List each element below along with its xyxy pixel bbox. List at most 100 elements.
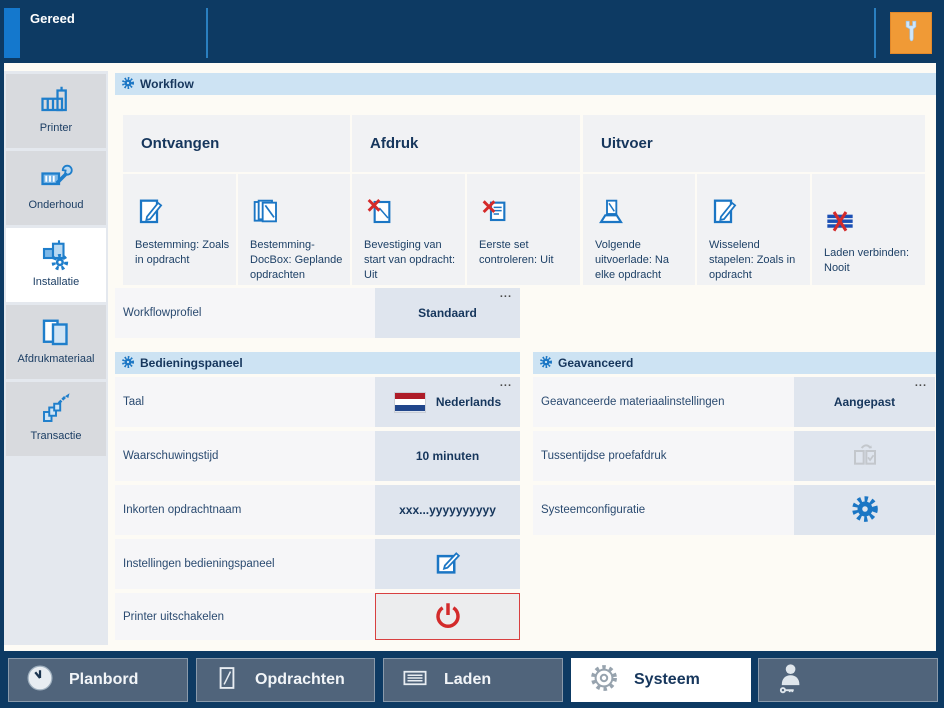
waarschuwingstijd-value: 10 minuten <box>415 449 480 463</box>
workflow-section-title: Workflow <box>140 77 194 91</box>
materiaalinstellingen-value-button[interactable]: ... Aangepast <box>794 377 935 427</box>
tab-login-user[interactable] <box>758 658 938 702</box>
sidebar-item-label: Onderhoud <box>28 199 84 211</box>
workflow-item-eerste-set[interactable]: Eerste set controleren: Uit <box>467 174 580 285</box>
inkorten-opdrachtnaam-value-button[interactable]: xxx...yyyyyyyyyy <box>375 485 520 535</box>
tab-label: Opdrachten <box>255 671 345 688</box>
sidebar-item-transactie[interactable]: Transactie <box>6 382 106 456</box>
workflowprofiel-value-button[interactable]: ... Standaard <box>375 288 520 338</box>
printer-icon <box>6 82 106 120</box>
proefafdruk-button-disabled[interactable] <box>794 431 935 481</box>
row-label-text: Printer uitschakelen <box>123 610 224 623</box>
sidebar-item-label: Installatie <box>32 276 80 288</box>
row-label-text: Geavanceerde materiaalinstellingen <box>541 396 725 408</box>
printer-uitschakelen-label: Printer uitschakelen <box>115 593 375 640</box>
service-wrench-button[interactable] <box>890 12 932 54</box>
right-frame-edge <box>936 0 944 708</box>
workflow-item-bestemming[interactable]: Bestemming: Zoals in opdracht <box>123 174 236 285</box>
workflowprofiel-label: Workflowprofiel <box>115 288 375 338</box>
output-tray-icon <box>595 196 627 233</box>
print-media-icon <box>6 313 106 351</box>
group-header-ontvangen: Ontvangen <box>123 115 350 172</box>
tab-opdrachten[interactable]: Opdrachten <box>196 658 375 702</box>
printer-uitschakelen-button[interactable] <box>375 593 520 640</box>
workflowprofiel-value: Standaard <box>418 306 477 320</box>
user-key-icon <box>775 661 809 700</box>
control-panel-section-title: Bedieningspaneel <box>140 356 243 370</box>
materiaalinstellingen-value: Aangepast <box>833 395 896 409</box>
doc-cancel-icon <box>479 196 511 233</box>
row-label-text: Taal <box>123 396 145 408</box>
tab-label: Systeem <box>634 671 700 688</box>
installation-icon <box>6 236 106 274</box>
sidebar: Printer Onderhoud Installatie Afdrukmate… <box>4 71 108 645</box>
workflow-item-label: Eerste set controleren: Uit <box>479 239 554 266</box>
workflow-item-wisselend-stapelen[interactable]: Wisselend stapelen: Zoals in opdracht <box>697 174 810 285</box>
tray-icon <box>400 663 430 698</box>
sidebar-item-label: Afdrukmateriaal <box>17 353 95 365</box>
tab-systeem[interactable]: Systeem <box>571 658 751 702</box>
more-options-marker: ... <box>499 377 512 389</box>
status-bar-divider <box>206 8 208 58</box>
row-label-text: Instellingen bedieningspaneel <box>123 558 275 570</box>
tab-laden[interactable]: Laden <box>383 658 563 702</box>
group-header-label: Ontvangen <box>141 135 220 152</box>
workflow-item-uitvoerlade[interactable]: Volgende uitvoerlade: Na elke opdracht <box>583 174 695 285</box>
control-panel-section-header: Bedieningspaneel <box>115 352 520 374</box>
instellingen-bedieningspaneel-button[interactable] <box>375 539 520 589</box>
proof-print-icon <box>849 439 881 474</box>
control-panel-section-icon <box>121 355 135 372</box>
systeemconfiguratie-label: Systeemconfiguratie <box>533 485 794 535</box>
status-bar-divider-right <box>874 8 876 58</box>
workflow-section-header: Workflow <box>115 73 936 95</box>
taal-label: Taal <box>115 377 375 427</box>
instellingen-bedieningspaneel-label: Instellingen bedieningspaneel <box>115 539 375 589</box>
systeemconfiguratie-button[interactable] <box>794 485 935 535</box>
workflow-item-docbox[interactable]: Bestemming-DocBox: Geplande opdrachten <box>238 174 350 285</box>
more-options-marker: ... <box>914 377 927 389</box>
advanced-section-icon <box>539 355 553 372</box>
workflow-item-label: Bestemming-DocBox: Geplande opdrachten <box>250 239 343 281</box>
taal-value-button[interactable]: ... Nederlands <box>375 377 520 427</box>
doc-edit-icon <box>709 196 741 233</box>
row-label-text: Systeemconfiguratie <box>541 504 646 516</box>
transaction-icon <box>6 390 106 428</box>
clock-icon <box>25 663 55 698</box>
workflow-item-label: Bestemming: Zoals in opdracht <box>135 239 230 266</box>
power-icon <box>432 599 464 634</box>
group-header-uitvoer: Uitvoer <box>583 115 925 172</box>
tab-planbord[interactable]: Planbord <box>8 658 188 702</box>
more-options-marker: ... <box>499 288 512 300</box>
wrench-icon <box>898 18 924 49</box>
tab-label: Planbord <box>69 671 139 688</box>
group-header-label: Uitvoer <box>601 135 653 152</box>
advanced-section-header: Geavanceerd <box>533 352 936 374</box>
sidebar-item-onderhoud[interactable]: Onderhoud <box>6 151 106 225</box>
workflow-item-label: Wisselend stapelen: Zoals in opdracht <box>709 239 796 281</box>
status-bar: Gereed <box>0 0 944 63</box>
waarschuwingstijd-value-button[interactable]: 10 minuten <box>375 431 520 481</box>
workflow-item-laden-verbinden[interactable]: Laden verbinden: Nooit <box>812 174 925 285</box>
workflow-item-label: Bevestiging van start van opdracht: Uit <box>364 239 456 281</box>
row-label-text: Inkorten opdrachtnaam <box>123 504 242 516</box>
group-header-label: Afdruk <box>370 135 419 152</box>
printer-status-text: Gereed <box>30 11 75 26</box>
gear-icon <box>588 662 620 699</box>
maintenance-icon <box>6 159 106 197</box>
nl-flag-icon <box>393 391 426 413</box>
row-label-text: Tussentijdse proefafdruk <box>541 450 667 462</box>
bottom-nav: Planbord Opdrachten Laden Systeem <box>0 651 944 708</box>
sidebar-item-installatie[interactable]: Installatie <box>6 228 106 302</box>
row-label-text: Waarschuwingstijd <box>123 450 219 462</box>
document-icon <box>213 664 241 697</box>
waarschuwingstijd-label: Waarschuwingstijd <box>115 431 375 481</box>
inkorten-opdrachtnaam-label: Inkorten opdrachtnaam <box>115 485 375 535</box>
row-label-text: Workflowprofiel <box>123 307 202 319</box>
sidebar-item-afdrukmateriaal[interactable]: Afdrukmateriaal <box>6 305 106 379</box>
doc-edit-icon <box>135 196 167 233</box>
taal-value: Nederlands <box>435 395 502 409</box>
printer-settings-screen: Gereed Printer Onderhoud Installatie Afd… <box>0 0 944 708</box>
sidebar-item-printer[interactable]: Printer <box>6 74 106 148</box>
workflow-item-bevestiging[interactable]: Bevestiging van start van opdracht: Uit <box>352 174 465 285</box>
proefafdruk-label: Tussentijdse proefafdruk <box>533 431 794 481</box>
